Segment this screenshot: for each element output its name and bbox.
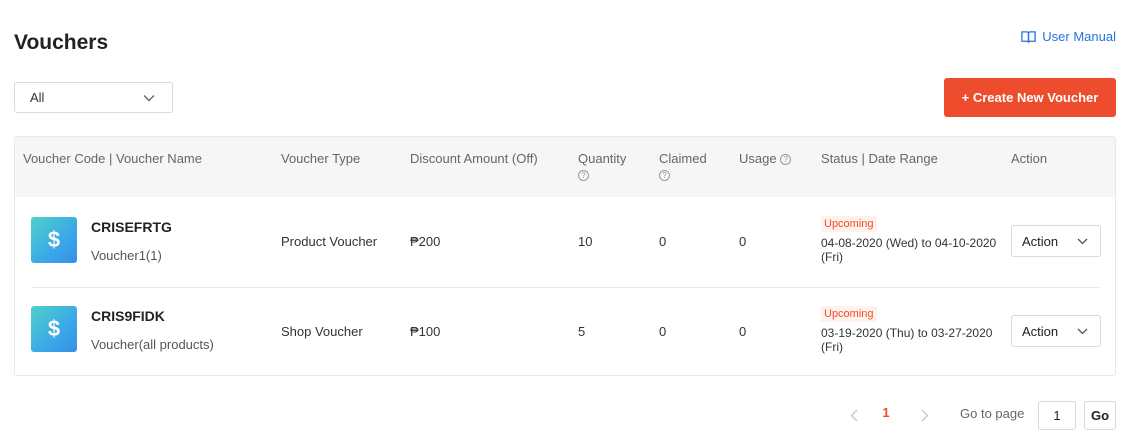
voucher-dollar-icon: $ [31, 217, 77, 263]
next-page-button[interactable] [917, 403, 933, 427]
claimed-value: 0 [659, 234, 667, 249]
column-header-action: Action [1011, 151, 1048, 166]
chevron-left-icon [850, 409, 858, 421]
filter-selected-value: All [30, 90, 45, 105]
chevron-right-icon [921, 409, 929, 421]
chevron-down-icon [143, 94, 155, 101]
table-header: Voucher Code | Voucher Name Voucher Type… [15, 137, 1115, 197]
column-header-claimed: Claimed ? [659, 150, 707, 181]
status-badge: Upcoming [821, 306, 877, 322]
usage-value: 0 [739, 234, 747, 249]
voucher-type: Product Voucher [281, 234, 378, 249]
date-range: 04-08-2020 (Wed) to 04-10-2020 (Fri) [821, 236, 997, 264]
action-label: Action [1022, 233, 1059, 249]
usage-value: 0 [739, 324, 747, 339]
column-header-code-name: Voucher Code | Voucher Name [23, 151, 202, 166]
column-header-type: Voucher Type [281, 151, 361, 166]
go-button[interactable]: Go [1084, 401, 1116, 430]
chevron-down-icon [1077, 328, 1088, 334]
book-icon [1021, 30, 1037, 43]
action-dropdown-button[interactable]: Action [1011, 225, 1101, 257]
action-label: Action [1022, 323, 1059, 339]
voucher-code: CRIS9FIDK [91, 308, 165, 324]
help-icon[interactable]: ? [659, 170, 670, 181]
create-new-voucher-button[interactable]: + Create New Voucher [944, 78, 1116, 117]
help-icon[interactable]: ? [780, 154, 792, 166]
status-badge: Upcoming [821, 216, 877, 232]
table-row: $ CRIS9FIDK Voucher(all products) Shop V… [15, 287, 1115, 377]
column-header-usage: Usage ? [739, 150, 792, 167]
column-header-discount: Discount Amount (Off) [410, 151, 538, 166]
help-icon[interactable]: ? [578, 170, 589, 181]
voucher-dollar-icon: $ [31, 306, 77, 352]
goto-page-input[interactable] [1038, 401, 1076, 430]
quantity-value: 5 [578, 324, 586, 339]
voucher-name: Voucher1(1) [91, 248, 162, 263]
date-range: 03-19-2020 (Thu) to 03-27-2020 (Fri) [821, 326, 993, 354]
voucher-type: Shop Voucher [281, 324, 363, 339]
claimed-label: Claimed [659, 151, 707, 166]
action-dropdown-button[interactable]: Action [1011, 315, 1101, 347]
table-row: $ CRISEFRTG Voucher1(1) Product Voucher … [15, 197, 1115, 287]
user-manual-label: User Manual [1042, 29, 1116, 44]
page-number-current[interactable]: 1 [879, 405, 893, 420]
user-manual-link[interactable]: User Manual [1021, 29, 1116, 44]
quantity-label: Quantity [578, 151, 627, 166]
usage-label: Usage [739, 151, 777, 166]
chevron-down-icon [1077, 238, 1088, 244]
page-title: Vouchers [14, 31, 109, 54]
voucher-code: CRISEFRTG [91, 219, 172, 235]
discount-amount: ₱100 [410, 324, 441, 339]
voucher-name: Voucher(all products) [91, 337, 214, 352]
goto-page-label: Go to page [960, 406, 1025, 421]
claimed-value: 0 [659, 324, 667, 339]
voucher-table: Voucher Code | Voucher Name Voucher Type… [14, 136, 1116, 376]
discount-amount: ₱200 [410, 234, 441, 249]
column-header-status: Status | Date Range [821, 151, 938, 166]
column-header-quantity: Quantity ? [578, 150, 626, 181]
previous-page-button[interactable] [846, 403, 862, 427]
voucher-filter-select[interactable]: All [14, 82, 173, 113]
quantity-value: 10 [578, 234, 593, 249]
